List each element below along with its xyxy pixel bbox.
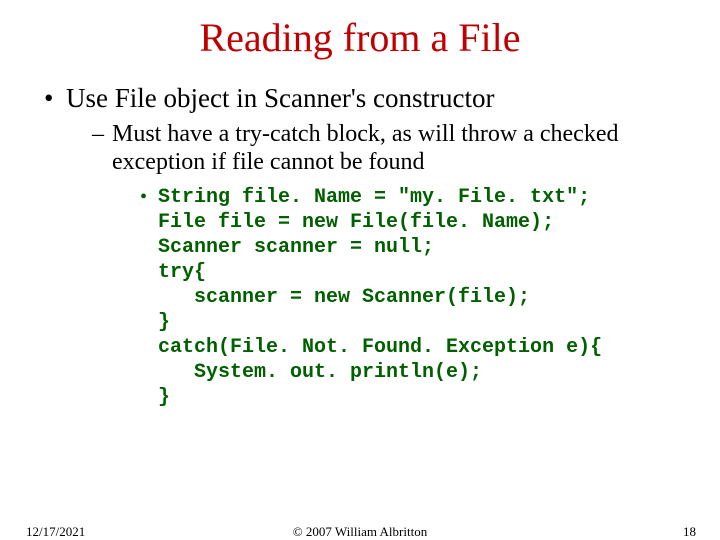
bullet-text: Use File object in Scanner's constructor bbox=[66, 83, 666, 114]
bullet-level-1: •Use File object in Scanner's constructo… bbox=[44, 83, 690, 114]
bullet-dash: – bbox=[92, 120, 112, 148]
bullet-text: Must have a try-catch block, as will thr… bbox=[112, 120, 672, 177]
slide: Reading from a File •Use File object in … bbox=[0, 14, 720, 540]
bullet-dot: • bbox=[44, 83, 66, 114]
footer-copyright: © 2007 William Albritton bbox=[0, 524, 720, 540]
bullet-level-2: –Must have a try-catch block, as will th… bbox=[92, 120, 690, 177]
footer: 12/17/2021 © 2007 William Albritton 18 bbox=[0, 524, 720, 540]
bullet-dot-small: • bbox=[140, 185, 158, 210]
bullet-level-3-code: •String file. Name = "my. File. txt"; Fi… bbox=[140, 185, 690, 410]
code-block: String file. Name = "my. File. txt"; Fil… bbox=[158, 185, 678, 410]
slide-title: Reading from a File bbox=[0, 14, 720, 61]
footer-date: 12/17/2021 bbox=[26, 524, 85, 540]
footer-page-number: 18 bbox=[683, 524, 696, 540]
